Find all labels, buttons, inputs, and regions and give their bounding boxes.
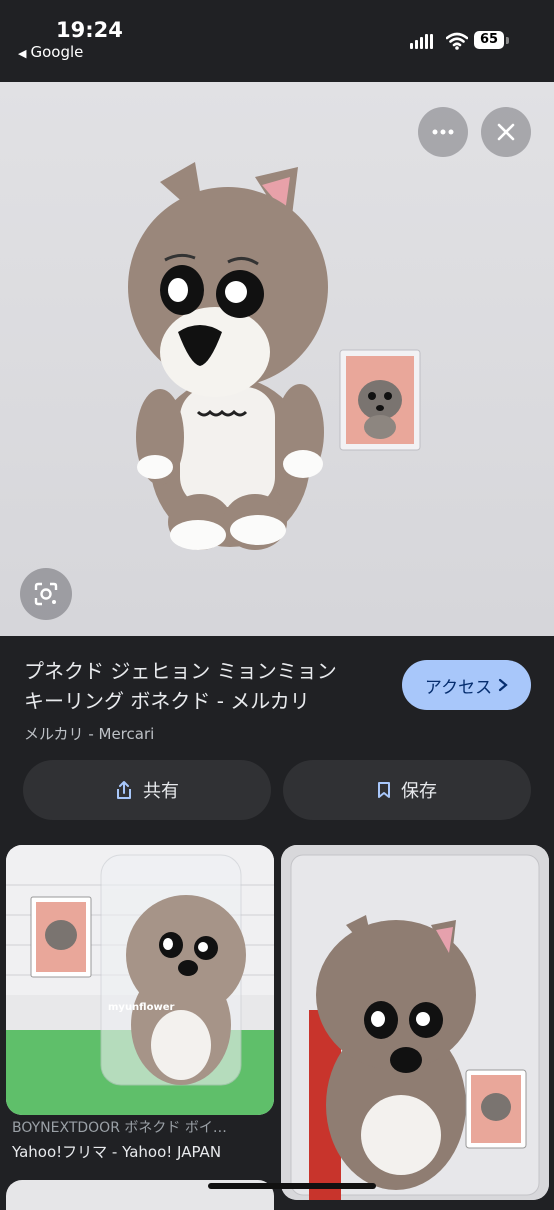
signal-icon <box>410 33 436 49</box>
visit-button-label: アクセス <box>424 677 493 698</box>
watermark: myunflower <box>108 1002 175 1013</box>
lens-search-button[interactable] <box>20 568 72 620</box>
chevron-right-icon <box>498 678 508 692</box>
bookmark-icon <box>378 782 390 798</box>
save-label: 保存 <box>401 781 437 802</box>
plush-photo <box>128 162 421 550</box>
close-icon <box>497 123 515 141</box>
wifi-icon <box>446 32 468 50</box>
related-image <box>6 845 274 1115</box>
related-result-card[interactable]: myunflower <box>6 845 274 1115</box>
lens-icon <box>34 582 58 606</box>
status-time: 19:24 <box>56 18 123 42</box>
visit-button[interactable]: アクセス <box>402 660 531 710</box>
related-result-title: BOYNEXTDOOR ボネクド ボイ… <box>12 1120 227 1136</box>
back-triangle-icon: ◀ <box>18 47 27 60</box>
related-result-source: Yahoo!フリマ - Yahoo! JAPAN <box>12 1143 222 1161</box>
result-title[interactable]: プネクド ジェヒョン ミョンミョン キーリング ボネクド - メルカリ <box>24 656 384 716</box>
result-source: メルカリ - Mercari <box>24 725 155 743</box>
back-to-app-link[interactable]: ◀ Google <box>18 43 83 61</box>
result-title-line2: キーリング ボネクド - メルカリ <box>24 689 310 713</box>
battery-cap <box>506 37 509 44</box>
share-label: 共有 <box>143 781 179 802</box>
related-image <box>281 845 549 1200</box>
battery-indicator: 65 <box>474 31 504 49</box>
share-button[interactable]: 共有 <box>23 760 271 820</box>
more-horiz-icon <box>432 129 454 135</box>
close-button[interactable] <box>481 107 531 157</box>
more-options-button[interactable] <box>418 107 468 157</box>
back-app-label: Google <box>30 43 84 61</box>
status-bar: 19:24 ◀ Google 65 <box>0 0 554 82</box>
result-title-line1: プネクド ジェヒョン ミョンミョン <box>24 659 337 683</box>
home-indicator <box>208 1183 376 1189</box>
main-product-image[interactable] <box>0 82 554 636</box>
save-button[interactable]: 保存 <box>283 760 531 820</box>
related-result-card[interactable] <box>281 845 549 1200</box>
share-icon <box>117 781 131 799</box>
